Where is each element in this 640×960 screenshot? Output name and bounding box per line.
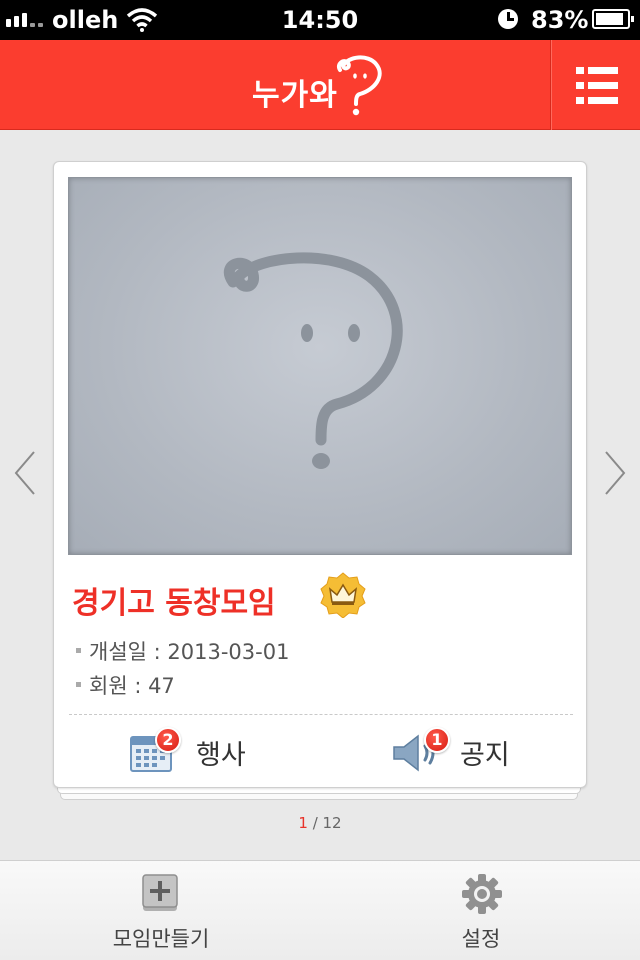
page-current: 1 [298, 814, 308, 832]
bottom-tab-bar: 모임만들기 설정 [0, 860, 640, 960]
battery-icon [592, 9, 634, 29]
tab-settings-label: 설정 [461, 927, 501, 951]
battery-percentage: 83% [531, 6, 589, 34]
app-logo[interactable]: 누가와 [248, 50, 398, 120]
tab-settings[interactable]: 설정 [401, 861, 561, 960]
menu-button[interactable] [550, 40, 640, 130]
gear-icon [462, 874, 502, 914]
events-label: 행사 [196, 740, 246, 771]
status-bar: olleh 14:50 83% [0, 0, 640, 40]
question-mascot-icon [337, 55, 382, 116]
group-title: 경기고 동창모임 [72, 586, 276, 621]
alarm-clock-icon [498, 9, 518, 29]
group-card[interactable]: 경기고 동창모임 개설일 : 2013-03-01 회원 : 47 2 행사 1… [53, 161, 587, 788]
founded-date: 개설일 : 2013-03-01 [76, 636, 289, 666]
group-photo-placeholder[interactable] [68, 177, 572, 555]
notices-button[interactable]: 1 공지 [392, 727, 532, 777]
previous-arrow-icon[interactable] [12, 450, 38, 496]
page-indicator: 1 / 12 [0, 814, 640, 832]
app-header: 누가와 [0, 40, 640, 130]
card-divider [69, 714, 573, 715]
logo-text: 누가와 [252, 78, 338, 113]
tab-create-group-label: 모임만들기 [112, 927, 210, 951]
notices-count-badge: 1 [424, 727, 450, 753]
member-count: 회원 : 47 [76, 670, 175, 700]
tab-create-group[interactable]: 모임만들기 [81, 861, 241, 960]
notices-label: 공지 [460, 740, 510, 771]
question-mascot-icon [223, 252, 403, 469]
next-arrow-icon[interactable] [602, 450, 628, 496]
events-count-badge: 2 [155, 727, 181, 753]
events-button[interactable]: 2 행사 [130, 727, 270, 777]
page-total: 12 [322, 814, 342, 832]
crown-icon [320, 572, 366, 618]
page-separator: / [307, 814, 323, 832]
add-box-icon [142, 874, 178, 911]
